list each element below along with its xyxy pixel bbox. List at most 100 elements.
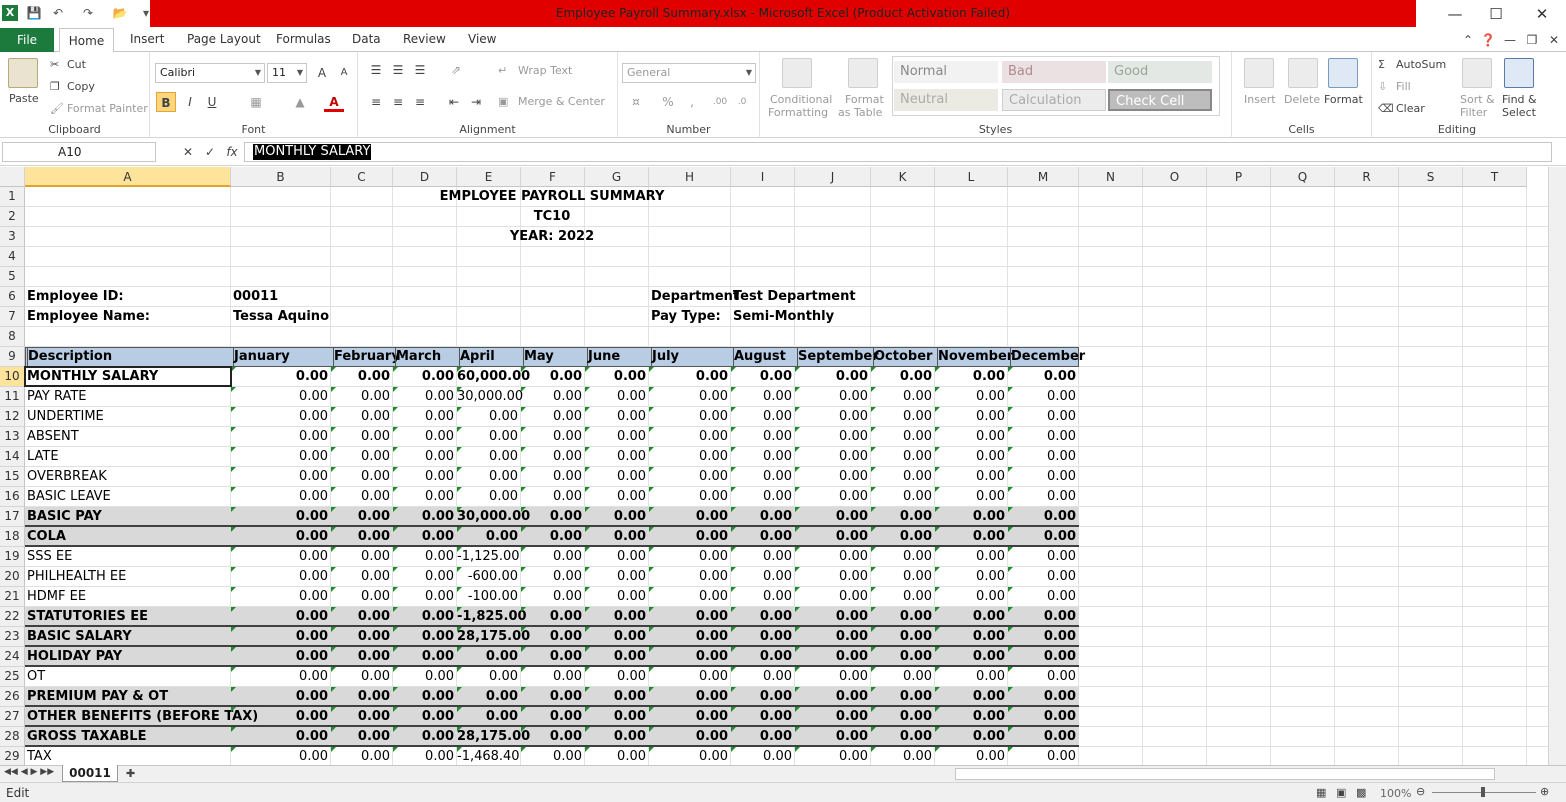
- value-cell[interactable]: 0.00: [231, 667, 330, 687]
- tab-view[interactable]: View: [468, 32, 496, 46]
- column-header-a[interactable]: A: [25, 167, 231, 187]
- description-cell[interactable]: TAX: [27, 747, 52, 765]
- value-cell[interactable]: 0.00: [935, 487, 1007, 507]
- value-cell[interactable]: 0.00: [1008, 407, 1078, 427]
- value-cell[interactable]: 0.00: [585, 647, 648, 667]
- value-cell[interactable]: 0.00: [231, 567, 330, 587]
- value-cell[interactable]: 0.00: [585, 527, 648, 547]
- value-cell[interactable]: 0.00: [871, 627, 934, 647]
- delete-cells-icon[interactable]: [1288, 58, 1318, 88]
- value-cell[interactable]: 0.00: [1008, 667, 1078, 687]
- value-cell[interactable]: 0.00: [393, 627, 456, 647]
- value-cell[interactable]: 0.00: [393, 547, 456, 567]
- value-cell[interactable]: 0.00: [231, 527, 330, 547]
- value-cell[interactable]: 0.00: [935, 467, 1007, 487]
- value-cell[interactable]: 0.00: [1008, 587, 1078, 607]
- value-cell[interactable]: 0.00: [731, 527, 794, 547]
- insert-cells-button[interactable]: Insert: [1244, 93, 1276, 106]
- value-cell[interactable]: -600.00: [457, 567, 520, 587]
- value-cell[interactable]: 0.00: [731, 587, 794, 607]
- value-cell[interactable]: 0.00: [521, 627, 584, 647]
- value-cell[interactable]: 0.00: [231, 587, 330, 607]
- header-cell-march[interactable]: March: [395, 347, 457, 367]
- description-cell[interactable]: BASIC SALARY: [27, 627, 132, 647]
- save-icon[interactable]: 💾: [26, 5, 42, 21]
- header-cell-description[interactable]: Description: [27, 347, 231, 367]
- conditional-formatting-button[interactable]: Conditional: [770, 93, 832, 106]
- description-cell[interactable]: HDMF EE: [27, 587, 86, 607]
- decrease-indent-icon[interactable]: ⇤: [444, 92, 464, 112]
- row-header-20[interactable]: 20: [0, 567, 25, 587]
- format-painter-button[interactable]: Format Painter: [67, 102, 148, 115]
- value-cell[interactable]: 0.00: [935, 427, 1007, 447]
- merge-center-button[interactable]: Merge & Center: [518, 95, 605, 108]
- value-cell[interactable]: 0.00: [871, 707, 934, 727]
- info-paytype[interactable]: Semi-Monthly: [733, 307, 834, 327]
- value-cell[interactable]: 0.00: [649, 647, 730, 667]
- column-header-r[interactable]: R: [1335, 167, 1399, 187]
- value-cell[interactable]: 0.00: [1008, 467, 1078, 487]
- value-cell[interactable]: 0.00: [521, 387, 584, 407]
- value-cell[interactable]: 0.00: [393, 607, 456, 627]
- value-cell[interactable]: 0.00: [585, 407, 648, 427]
- value-cell[interactable]: 0.00: [871, 407, 934, 427]
- description-cell[interactable]: OT: [27, 667, 45, 687]
- column-header-t[interactable]: T: [1463, 167, 1527, 187]
- value-cell[interactable]: 0.00: [331, 447, 392, 467]
- value-cell[interactable]: 0.00: [935, 627, 1007, 647]
- value-cell[interactable]: 0.00: [795, 387, 870, 407]
- value-cell[interactable]: 0.00: [731, 567, 794, 587]
- tab-page-layout[interactable]: Page Layout: [187, 32, 261, 46]
- value-cell[interactable]: 0.00: [331, 507, 392, 527]
- value-cell[interactable]: 0.00: [231, 727, 330, 747]
- row-header-14[interactable]: 14: [0, 447, 25, 467]
- value-cell[interactable]: 0.00: [1008, 647, 1078, 667]
- percent-icon[interactable]: %: [658, 92, 678, 112]
- value-cell[interactable]: 0.00: [457, 647, 520, 667]
- value-cell[interactable]: 0.00: [231, 447, 330, 467]
- value-cell[interactable]: 0.00: [795, 707, 870, 727]
- row-header-21[interactable]: 21: [0, 587, 25, 607]
- value-cell[interactable]: 0.00: [457, 407, 520, 427]
- value-cell[interactable]: 0.00: [871, 647, 934, 667]
- value-cell[interactable]: 0.00: [231, 647, 330, 667]
- bold-button[interactable]: B: [156, 92, 176, 112]
- value-cell[interactable]: 0.00: [331, 607, 392, 627]
- value-cell[interactable]: 0.00: [1008, 727, 1078, 747]
- workbook-restore-icon[interactable]: ❐: [1522, 30, 1542, 50]
- value-cell[interactable]: 0.00: [1008, 747, 1078, 765]
- value-cell[interactable]: 60,000.00: [457, 367, 530, 387]
- value-cell[interactable]: 0.00: [585, 387, 648, 407]
- value-cell[interactable]: 0.00: [393, 507, 456, 527]
- header-cell-may[interactable]: May: [523, 347, 585, 367]
- value-cell[interactable]: 0.00: [393, 387, 456, 407]
- value-cell[interactable]: 0.00: [795, 367, 870, 387]
- value-cell[interactable]: 0.00: [1008, 487, 1078, 507]
- orientation-icon[interactable]: ⇗: [446, 60, 466, 80]
- info-emp-name[interactable]: Tessa Aquino: [233, 307, 329, 327]
- value-cell[interactable]: 0.00: [331, 587, 392, 607]
- value-cell[interactable]: 0.00: [585, 687, 648, 707]
- align-left-icon[interactable]: ≡: [366, 92, 386, 112]
- value-cell[interactable]: 0.00: [521, 607, 584, 627]
- row-header-15[interactable]: 15: [0, 467, 25, 487]
- value-cell[interactable]: 0.00: [935, 607, 1007, 627]
- worksheet-grid[interactable]: A B C D E F G H I J K L M N O P Q R S T 1 2 3 4 5 6 7 8 9 10 11 12 13 14 1…: [0, 167, 1548, 765]
- column-header-q[interactable]: Q: [1271, 167, 1335, 187]
- value-cell[interactable]: 0.00: [795, 607, 870, 627]
- value-cell[interactable]: 0.00: [231, 687, 330, 707]
- value-cell[interactable]: 0.00: [457, 687, 520, 707]
- clear-button[interactable]: Clear: [1396, 102, 1425, 115]
- font-name-dropdown[interactable]: Calibri ▼: [155, 63, 265, 83]
- header-cell-february[interactable]: February: [333, 347, 400, 367]
- row-header-22[interactable]: 22: [0, 607, 25, 627]
- currency-icon[interactable]: ¤: [626, 92, 646, 112]
- value-cell[interactable]: 0.00: [393, 587, 456, 607]
- value-cell[interactable]: 0.00: [521, 667, 584, 687]
- value-cell[interactable]: 0.00: [457, 427, 520, 447]
- value-cell[interactable]: 0.00: [393, 567, 456, 587]
- value-cell[interactable]: 0.00: [795, 587, 870, 607]
- column-header-g[interactable]: G: [585, 167, 649, 187]
- formula-input[interactable]: MONTHLY SALARY: [244, 142, 1552, 162]
- borders-icon[interactable]: ▦: [246, 92, 266, 112]
